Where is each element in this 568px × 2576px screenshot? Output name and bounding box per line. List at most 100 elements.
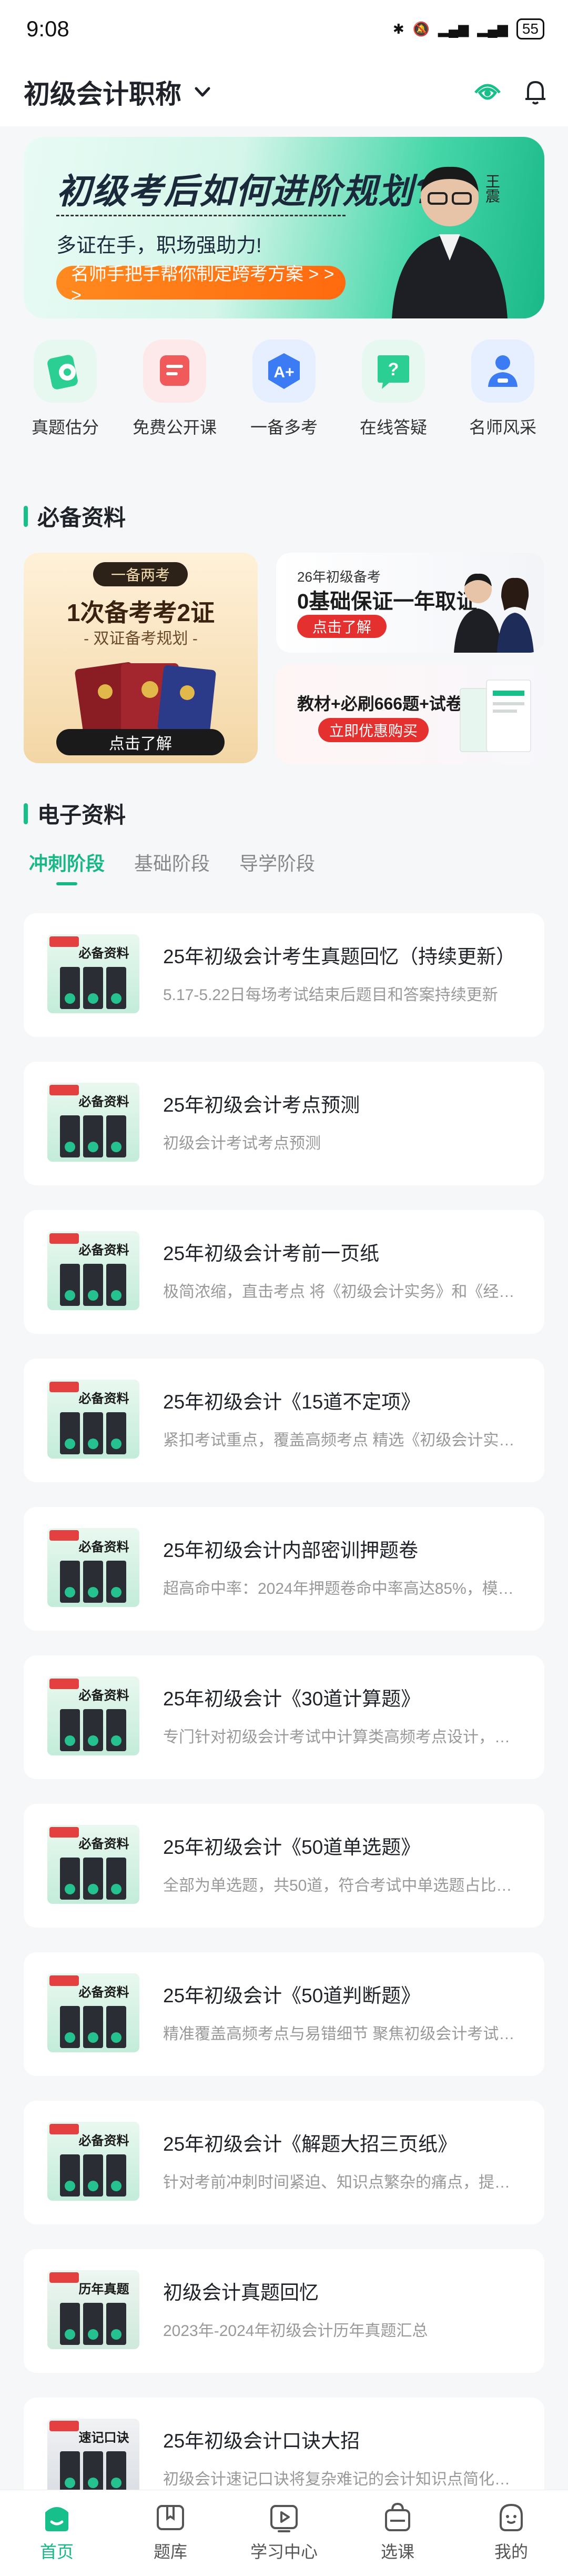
item-desc: 5.17-5.22日每场考试结束后题目和答案持续更新 bbox=[163, 986, 498, 1004]
item-desc: 专门针对初级会计考试中计算类高频考点设计，覆盖资产 bbox=[163, 1729, 521, 1746]
material-thumbnail: 必备资料 bbox=[47, 1825, 139, 1904]
item-desc: 初级会计考试考点预测 bbox=[163, 1135, 321, 1152]
item-title: 25年初级会计《解题大招三页纸》 bbox=[163, 2133, 458, 2155]
list-item[interactable]: 必备资料 25年初级会计内部密训押题卷 超高命中率：2024年押题卷命中率高达8… bbox=[24, 1507, 544, 1631]
item-title: 25年初级会计《50道判断题》 bbox=[163, 1985, 421, 2006]
question-icon: ? bbox=[362, 340, 425, 403]
learn-more-button[interactable]: 点击了解 bbox=[297, 615, 387, 638]
material-thumbnail: 历年真题 bbox=[47, 2270, 139, 2349]
dual-cert-card[interactable]: 一备两考 1次备考考2证 - 双证备考规划 - 点击了解 bbox=[24, 553, 258, 763]
list-item[interactable]: 必备资料 25年初级会计《30道计算题》 专门针对初级会计考试中计算类高频考点设… bbox=[24, 1655, 544, 1779]
item-title: 25年初级会计口诀大招 bbox=[163, 2430, 360, 2452]
item-title: 25年初级会计《15道不定项》 bbox=[163, 1391, 421, 1413]
quick-label: 在线答疑 bbox=[359, 418, 427, 437]
signal-icon: ▂▄▆ bbox=[438, 21, 469, 37]
a-plus-icon: A+ bbox=[252, 340, 316, 403]
zero-basis-card[interactable]: 26年初级备考 0基础保证一年取证 点击了解 bbox=[276, 553, 544, 653]
profile-icon bbox=[500, 2503, 523, 2531]
quick-item-open-class[interactable]: 免费公开课 bbox=[125, 340, 225, 453]
bag-icon bbox=[385, 2502, 410, 2531]
nav-label: 选课 bbox=[380, 2542, 414, 2561]
teachers-photo bbox=[454, 573, 534, 653]
material-thumbnail: 必备资料 bbox=[47, 1528, 139, 1607]
nav-profile[interactable]: 我的 bbox=[464, 2501, 559, 2576]
tab-sprint[interactable]: 冲刺阶段 bbox=[29, 848, 105, 885]
home-icon bbox=[45, 2507, 68, 2531]
svg-text:A+: A+ bbox=[273, 364, 294, 381]
bluetooth-icon: ✱ bbox=[392, 21, 404, 37]
card-tag: 一备两考 bbox=[93, 562, 188, 586]
learn-more-button[interactable]: 点击了解 bbox=[56, 729, 225, 755]
nav-courses[interactable]: 选课 bbox=[350, 2501, 445, 2576]
nav-label: 题库 bbox=[153, 2542, 187, 2561]
banner-divider bbox=[56, 215, 346, 216]
nav-study-center[interactable]: 学习中心 bbox=[237, 2501, 331, 2576]
section-title-dianzi: 电子资料 bbox=[24, 797, 126, 830]
quick-label: 名师风采 bbox=[469, 418, 536, 437]
promo-banner[interactable]: 初级考后如何进阶规划? 多证在手，职场强助力! 名师手把手帮你制定跨考方案 > … bbox=[24, 137, 544, 318]
banner-headline: 初级考后如何进阶规划? bbox=[56, 172, 437, 211]
card-line: 教材+必刷666题+试卷 bbox=[297, 694, 463, 713]
header: 初级会计职称 bbox=[0, 58, 568, 126]
nav-label: 首页 bbox=[39, 2542, 74, 2561]
quick-label: 免费公开课 bbox=[132, 418, 217, 437]
headset-icon[interactable] bbox=[472, 79, 503, 105]
nav-label: 我的 bbox=[494, 2542, 528, 2561]
banner-subline: 多证在手，职场强助力! bbox=[56, 235, 262, 257]
quick-label: 一备多考 bbox=[250, 418, 318, 437]
item-desc: 极简浓缩，直击考点 将《初级会计实务》和《经济法基础》 bbox=[163, 1283, 521, 1301]
section-title-bibei: 必备资料 bbox=[24, 500, 126, 532]
tab-basic[interactable]: 基础阶段 bbox=[134, 848, 210, 885]
quick-label: 真题估分 bbox=[31, 418, 99, 437]
quick-actions: 真题估分 免费公开课 A+ 一备多考 ? 在线答疑 名师风采 bbox=[0, 340, 568, 453]
nav-label: 学习中心 bbox=[250, 2542, 318, 2561]
item-desc: 全部为单选题，共50道，符合考试中单选题占比高的特点 bbox=[163, 1877, 521, 1894]
material-thumbnail: 必备资料 bbox=[47, 1973, 139, 2052]
mute-icon: 🔕 bbox=[412, 21, 430, 37]
battery-icon: 55 bbox=[516, 18, 544, 39]
item-title: 25年初级会计考生真题回忆（持续更新） bbox=[163, 946, 516, 967]
item-desc: 精准覆盖高频考点与易错细节 聚焦初级会计考试核心考点 bbox=[163, 2025, 521, 2043]
quick-item-teachers[interactable]: 名师风采 bbox=[453, 340, 553, 453]
card-subline: - 双证备考规划 - bbox=[84, 630, 198, 647]
quick-item-estimate[interactable]: 真题估分 bbox=[15, 340, 115, 453]
item-title: 25年初级会计内部密训押题卷 bbox=[163, 1540, 419, 1561]
list-item[interactable]: 必备资料 25年初级会计考前一页纸 极简浓缩，直击考点 将《初级会计实务》和《经… bbox=[24, 1210, 544, 1334]
chevron-down-icon[interactable] bbox=[192, 82, 213, 103]
exam-selector[interactable]: 初级会计职称 bbox=[24, 73, 181, 111]
item-desc: 超高命中率：2024年押题卷命中率高达85%，模拟真实考试 bbox=[163, 1580, 521, 1597]
list-item[interactable]: 历年真题 初级会计真题回忆 2023年-2024年初级会计历年真题汇总 bbox=[24, 2249, 544, 2373]
quick-item-qa[interactable]: ? 在线答疑 bbox=[343, 340, 443, 453]
material-thumbnail: 必备资料 bbox=[47, 1231, 139, 1310]
nav-question-bank[interactable]: 题库 bbox=[123, 2501, 218, 2576]
target-icon bbox=[34, 340, 97, 403]
list-item[interactable]: 必备资料 25年初级会计《50道单选题》 全部为单选题，共50道，符合考试中单选… bbox=[24, 1804, 544, 1928]
certificate-image bbox=[75, 662, 216, 737]
textbook-bundle-card[interactable]: 教材+必刷666题+试卷 立即优惠购买 bbox=[276, 664, 544, 764]
play-icon bbox=[270, 2505, 298, 2532]
item-desc: 针对考前冲刺时间紧迫、知识点繁杂的痛点，提炼解题技巧 bbox=[163, 2174, 521, 2191]
buy-now-button[interactable]: 立即优惠购买 bbox=[318, 718, 429, 742]
stage-tabs: 冲刺阶段 基础阶段 导学阶段 bbox=[29, 848, 315, 885]
quick-item-multi-exam[interactable]: A+ 一备多考 bbox=[234, 340, 334, 453]
svg-text:?: ? bbox=[388, 360, 399, 380]
item-desc: 2023年-2024年初级会计历年真题汇总 bbox=[163, 2322, 428, 2340]
list-item[interactable]: 必备资料 25年初级会计《解题大招三页纸》 针对考前冲刺时间紧迫、知识点繁杂的痛… bbox=[24, 2101, 544, 2224]
banner-cta[interactable]: 名师手把手帮你制定跨考方案 > > > bbox=[56, 264, 346, 305]
item-title: 初级会计真题回忆 bbox=[163, 2282, 319, 2303]
list-item[interactable]: 必备资料 25年初级会计考点预测 初级会计考试考点预测 bbox=[24, 1062, 544, 1185]
item-title: 25年初级会计《30道计算题》 bbox=[163, 1688, 421, 1710]
list-item[interactable]: 必备资料 25年初级会计《15道不定项》 紧扣考试重点，覆盖高频考点 精选《初级… bbox=[24, 1359, 544, 1482]
book-image bbox=[460, 680, 531, 752]
list-item[interactable]: 必备资料 25年初级会计《50道判断题》 精准覆盖高频考点与易错细节 聚焦初级会… bbox=[24, 1952, 544, 2076]
item-title: 25年初级会计考前一页纸 bbox=[163, 1243, 380, 1264]
bottom-nav: 首页 题库 学习中心 选课 我的 bbox=[0, 2490, 568, 2576]
status-bar: 9:08 ✱ 🔕 ▂▄▆ ▂▄▆ 55 bbox=[0, 0, 568, 58]
question-bank-icon bbox=[157, 2505, 184, 2530]
bell-icon[interactable] bbox=[524, 79, 547, 105]
nav-home[interactable]: 首页 bbox=[9, 2501, 104, 2576]
tab-intro[interactable]: 导学阶段 bbox=[239, 848, 315, 885]
teacher-name: 王震 bbox=[484, 174, 500, 203]
material-thumbnail: 速记口诀 bbox=[47, 2419, 139, 2498]
list-item[interactable]: 必备资料 25年初级会计考生真题回忆（持续更新） 5.17-5.22日每场考试结… bbox=[24, 913, 544, 1037]
